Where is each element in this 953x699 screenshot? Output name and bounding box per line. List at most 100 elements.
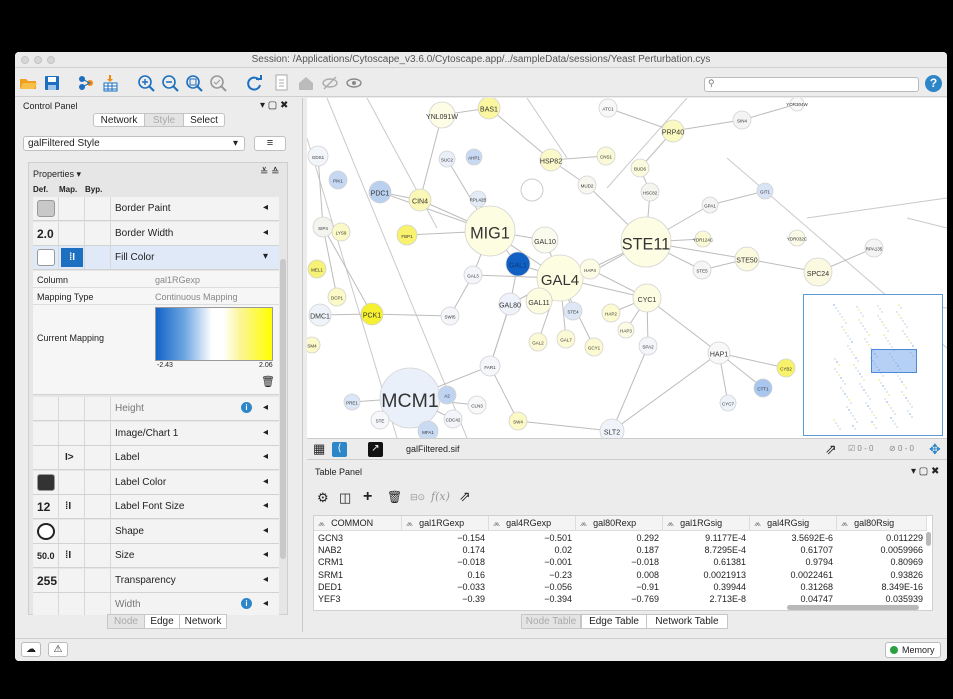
tab-style[interactable]: Style — [144, 113, 184, 127]
expand-arrow-icon[interactable]: ◂ — [263, 549, 268, 560]
table-cell[interactable]: 0.187 — [576, 545, 659, 556]
table-cell[interactable]: 0.9794 — [750, 557, 833, 568]
tab-node[interactable]: Node — [107, 614, 145, 629]
table-cell[interactable]: −0.001 — [489, 557, 572, 568]
property-row-width[interactable]: Width ◂ i — [33, 593, 279, 615]
network-node-mud2[interactable]: MUD2 — [577, 175, 597, 195]
network-node-sw4[interactable]: SW4 — [508, 411, 528, 431]
network-node-ste50[interactable]: STE50 — [734, 246, 760, 272]
table-cell[interactable]: YEF3 — [318, 594, 341, 605]
column-value[interactable]: gal1RGexp — [155, 275, 200, 285]
mapping-icon[interactable]: ⁞I — [65, 550, 71, 561]
search-input[interactable]: ⚲ — [704, 77, 919, 92]
tab-node-table[interactable]: Node Table — [521, 614, 581, 629]
table-cell[interactable]: 8.349E-16 — [837, 582, 923, 593]
network-overview[interactable] — [803, 294, 943, 436]
table-cell[interactable]: −0.39 — [402, 594, 485, 605]
mapping-icon[interactable]: I> — [65, 452, 74, 463]
network-node-sip4[interactable]: SIP4 — [312, 216, 334, 238]
network-node-pre1[interactable]: PRE1 — [343, 393, 361, 411]
network-node-git1[interactable]: GIT1 — [756, 182, 774, 200]
zoom-out-icon[interactable] — [160, 73, 180, 93]
detach-view-icon[interactable]: ↗ — [368, 442, 383, 457]
property-row-height[interactable]: Height ◂ i — [33, 397, 279, 421]
table-cell[interactable]: 0.035939 — [837, 594, 923, 605]
import-table-icon[interactable] — [100, 73, 120, 93]
expand-arrow-icon[interactable]: ◂ — [263, 427, 268, 438]
network-node-cyc1[interactable]: CYC1 — [632, 283, 662, 313]
network-node-ste4[interactable]: STE4 — [563, 301, 583, 321]
share-icon[interactable]: ⟨ — [332, 442, 347, 457]
property-row-label[interactable]: I> Label ◂ — [33, 446, 279, 470]
style-selector[interactable]: galFiltered Style ▾ — [23, 136, 245, 151]
network-node-slt2[interactable]: SLT2 — [599, 418, 625, 438]
expand-arrow-icon[interactable]: ◂ — [263, 598, 268, 609]
expand-arrow-icon[interactable]: ◂ — [263, 525, 268, 536]
column-header-common[interactable]: ⩕ COMMON — [314, 516, 402, 531]
network-node-far1[interactable]: FAR1 — [479, 355, 501, 377]
table-cell[interactable]: GCN3 — [318, 533, 343, 544]
memory-button[interactable]: Memory — [885, 642, 941, 658]
table-cell[interactable]: −0.018 — [576, 557, 659, 568]
expand-arrow-icon[interactable]: ◂ — [263, 476, 268, 487]
network-node-cin4[interactable]: CIN4 — [408, 188, 432, 212]
show-icon[interactable] — [344, 73, 364, 93]
table-cell[interactable]: 0.174 — [402, 545, 485, 556]
grid-view-icon[interactable]: ▦ — [313, 442, 325, 456]
table-cell[interactable]: 0.0022461 — [750, 570, 833, 581]
table-cell[interactable]: 0.93826 — [837, 570, 923, 581]
mapping-icon[interactable]: ⁞I — [65, 501, 71, 512]
network-node-cyb2[interactable]: CYB2 — [776, 358, 796, 378]
table-cell[interactable]: −0.91 — [576, 582, 659, 593]
table-cell[interactable]: −0.23 — [489, 570, 572, 581]
network-node-sm4[interactable]: SM4 — [307, 336, 321, 354]
expand-arrow-icon[interactable]: ◂ — [263, 451, 268, 462]
tab-network[interactable]: Network — [179, 614, 227, 629]
network-node-a2[interactable]: A2 — [437, 385, 457, 405]
expand-arrow-icon[interactable]: ◂ — [263, 227, 268, 238]
network-node-cns1[interactable]: CNS1 — [596, 146, 616, 166]
table-cell[interactable]: 0.0059966 — [837, 545, 923, 556]
navigate-icon[interactable]: ✥ — [929, 441, 941, 458]
default-value[interactable]: 12 — [37, 500, 50, 514]
network-node-dcp1[interactable]: DCP1 — [327, 287, 347, 307]
network-node-suc2[interactable]: SUC2 — [438, 150, 456, 168]
network-node-gpa1[interactable]: GPA1 — [701, 196, 719, 214]
tab-select[interactable]: Select — [183, 113, 225, 127]
network-node-gds1[interactable]: GDS1 — [307, 145, 329, 167]
network-node-cdc42[interactable]: CDC42 — [443, 409, 463, 429]
zoom-in-icon[interactable] — [136, 73, 156, 93]
overview-viewport[interactable] — [871, 349, 917, 373]
network-node-gal80[interactable]: GAL80 — [498, 292, 522, 316]
table-cell[interactable]: −0.056 — [489, 582, 572, 593]
property-row-border-width[interactable]: 2.0 Border Width ◂ — [33, 221, 279, 246]
hide-icon[interactable] — [320, 73, 340, 93]
network-node-gal1[interactable]: GAL1 — [505, 251, 531, 277]
default-value[interactable]: 2.0 — [37, 227, 54, 241]
default-swatch[interactable] — [37, 200, 55, 217]
network-node-rpl42b[interactable]: RPL42B — [469, 190, 487, 208]
network-node-fbp1[interactable]: FBP1 — [396, 224, 418, 246]
network-node-cln3[interactable]: CLN3 — [467, 395, 487, 415]
settings-gear-icon[interactable]: ⚙ — [317, 490, 329, 506]
column-header-gal80rexp[interactable]: ⩕ gal80Rexp — [576, 516, 663, 531]
table-cell[interactable]: 0.39944 — [663, 582, 746, 593]
export-icon[interactable]: ⇗ — [825, 441, 837, 458]
network-node-gal10[interactable]: GAL10 — [531, 226, 559, 254]
network-node-yor304w[interactable]: YOR304W — [786, 98, 809, 112]
table-cell[interactable]: 8.7295E-4 — [663, 545, 746, 556]
network-node-hap1[interactable]: HAP1 — [707, 341, 731, 365]
column-header-gal1rgexp[interactable]: ⩕ gal1RGexp — [402, 516, 489, 531]
network-node-pik1[interactable]: PIK1 — [328, 170, 348, 190]
network-node-bud6[interactable]: BUD6 — [630, 158, 650, 178]
continuous-mapping-gradient[interactable] — [155, 307, 273, 361]
table-cell[interactable]: 2.713E-8 — [663, 594, 746, 605]
network-edge[interactable] — [806, 197, 947, 219]
table-cell[interactable]: −0.501 — [489, 533, 572, 544]
link-icon[interactable]: ⊟⊙ — [410, 492, 425, 503]
table-cell[interactable]: 3.5692E-6 — [750, 533, 833, 544]
zoom-fit-icon[interactable] — [184, 73, 204, 93]
warning-icon[interactable]: ⚠ — [48, 642, 68, 657]
network-edge[interactable] — [371, 313, 451, 317]
network-node-gal7[interactable]: GAL7 — [556, 329, 576, 349]
